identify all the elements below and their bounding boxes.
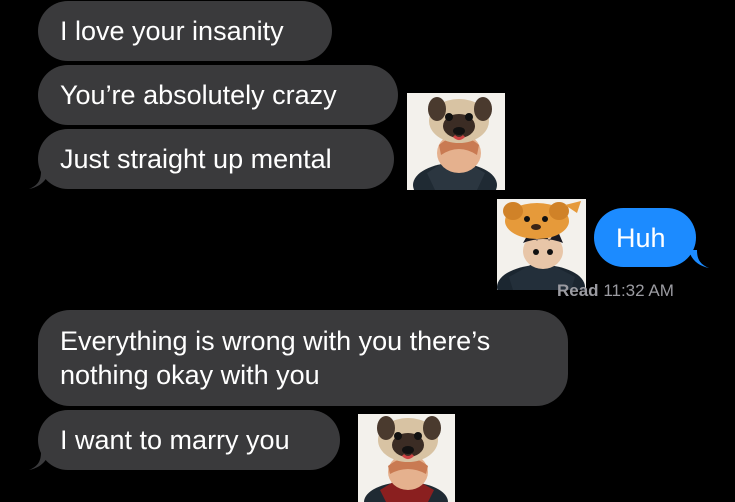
message-text: I want to marry you xyxy=(60,425,290,455)
message-text: Just straight up mental xyxy=(60,144,332,174)
orange-dog-hat-character-sticker xyxy=(497,199,586,290)
incoming-message-bubble[interactable]: I love your insanity xyxy=(38,1,332,61)
message-text-line: Everything is wrong with you there’s xyxy=(60,326,491,356)
incoming-message-bubble[interactable]: You’re absolutely crazy xyxy=(38,65,398,125)
bubble-tail-icon xyxy=(29,452,49,470)
read-status: Read xyxy=(557,281,599,300)
read-receipt: Read 11:32 AM xyxy=(557,281,674,301)
read-time: 11:32 AM xyxy=(603,281,674,300)
message-text: You’re absolutely crazy xyxy=(60,80,337,110)
outgoing-message-bubble[interactable]: Huh xyxy=(594,208,696,267)
message-text: I love your insanity xyxy=(60,16,284,46)
bubble-tail-icon xyxy=(689,250,709,268)
incoming-message-bubble[interactable]: I want to marry you xyxy=(38,410,340,470)
message-text-line: nothing okay with you xyxy=(60,360,320,390)
message-text: Huh xyxy=(616,223,666,253)
incoming-message-bubble[interactable]: Everything is wrong with you there’s not… xyxy=(38,310,568,406)
pug-hat-character-sticker xyxy=(358,414,455,502)
pug-hat-character-sticker xyxy=(407,93,505,190)
incoming-message-bubble[interactable]: Just straight up mental xyxy=(38,129,394,189)
bubble-tail-icon xyxy=(29,171,49,189)
